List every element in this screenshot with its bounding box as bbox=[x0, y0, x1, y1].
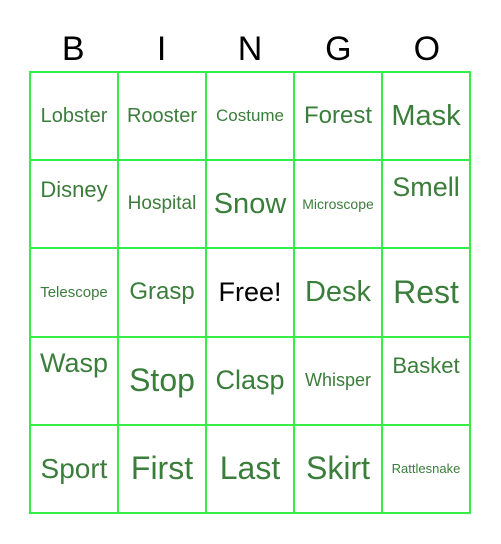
cell-text: Desk bbox=[304, 275, 372, 308]
cell-text: Lobster bbox=[40, 104, 108, 127]
bingo-cell[interactable]: Microscope bbox=[294, 160, 382, 249]
cell-text: Rooster bbox=[126, 104, 198, 127]
bingo-cell[interactable]: Rattlesnake bbox=[382, 424, 470, 513]
bingo-cell[interactable]: Forest bbox=[294, 72, 382, 161]
header-letter-n: N bbox=[237, 30, 263, 68]
bingo-cell[interactable]: Skirt bbox=[294, 424, 382, 513]
bingo-cell[interactable]: Rooster bbox=[118, 72, 206, 161]
bingo-cell[interactable]: Smell bbox=[382, 160, 470, 249]
cell-text: First bbox=[130, 450, 194, 487]
bingo-cell[interactable]: Rest bbox=[382, 248, 470, 337]
cell-text: Telescope bbox=[40, 283, 108, 301]
cell-text: Clasp bbox=[215, 365, 285, 396]
cell-text: Basket bbox=[392, 352, 460, 378]
bingo-cell[interactable]: Stop bbox=[118, 336, 206, 425]
bingo-cell[interactable]: Hospital bbox=[118, 160, 206, 249]
cell-text: Skirt bbox=[306, 450, 370, 487]
cell-text: Smell bbox=[392, 172, 460, 203]
bingo-header: B I N G O bbox=[29, 26, 471, 72]
bingo-cell[interactable]: Telescope bbox=[30, 248, 118, 337]
cell-text: Sport bbox=[40, 452, 108, 484]
cell-text: Microscope bbox=[302, 196, 374, 213]
cell-text: Free! bbox=[218, 276, 282, 307]
cell-text: Snow bbox=[213, 187, 287, 220]
bingo-cell[interactable]: Costume bbox=[206, 72, 294, 161]
bingo-cell[interactable]: First bbox=[118, 424, 206, 513]
header-letter-i: I bbox=[156, 30, 167, 68]
cell-text: Last bbox=[219, 450, 281, 487]
bingo-grid: Lobster Rooster Costume Forest Mask Disn… bbox=[29, 71, 471, 514]
bingo-cell[interactable]: Sport bbox=[30, 424, 118, 513]
bingo-cell[interactable]: Lobster bbox=[30, 72, 118, 161]
cell-text: Wasp bbox=[39, 347, 108, 378]
bingo-cell[interactable]: Basket bbox=[382, 336, 470, 425]
cell-text: Rattlesnake bbox=[391, 461, 461, 477]
header-letter-b: B bbox=[61, 30, 85, 68]
cell-text: Disney bbox=[40, 177, 108, 203]
cell-text: Hospital bbox=[127, 193, 197, 215]
header-letter-o: O bbox=[413, 30, 441, 68]
cell-text: Costume bbox=[215, 106, 285, 126]
bingo-cell[interactable]: Grasp bbox=[118, 248, 206, 337]
header-letter-g: G bbox=[325, 30, 352, 68]
cell-text: Whisper bbox=[304, 370, 371, 391]
bingo-cell[interactable]: Desk bbox=[294, 248, 382, 337]
cell-text: Forest bbox=[303, 102, 372, 130]
bingo-cell[interactable]: Snow bbox=[206, 160, 294, 249]
bingo-cell[interactable]: Last bbox=[206, 424, 294, 513]
bingo-cell[interactable]: Whisper bbox=[294, 336, 382, 425]
bingo-cell[interactable]: Wasp bbox=[30, 336, 118, 425]
free-space-cell[interactable]: Free! bbox=[206, 248, 294, 337]
bingo-cell[interactable]: Clasp bbox=[206, 336, 294, 425]
cell-text: Rest bbox=[393, 273, 459, 310]
bingo-cell[interactable]: Mask bbox=[382, 72, 470, 161]
bingo-cell[interactable]: Disney bbox=[30, 160, 118, 249]
cell-text: Mask bbox=[391, 99, 461, 132]
cell-text: Grasp bbox=[129, 278, 195, 306]
cell-text: Stop bbox=[129, 362, 195, 399]
